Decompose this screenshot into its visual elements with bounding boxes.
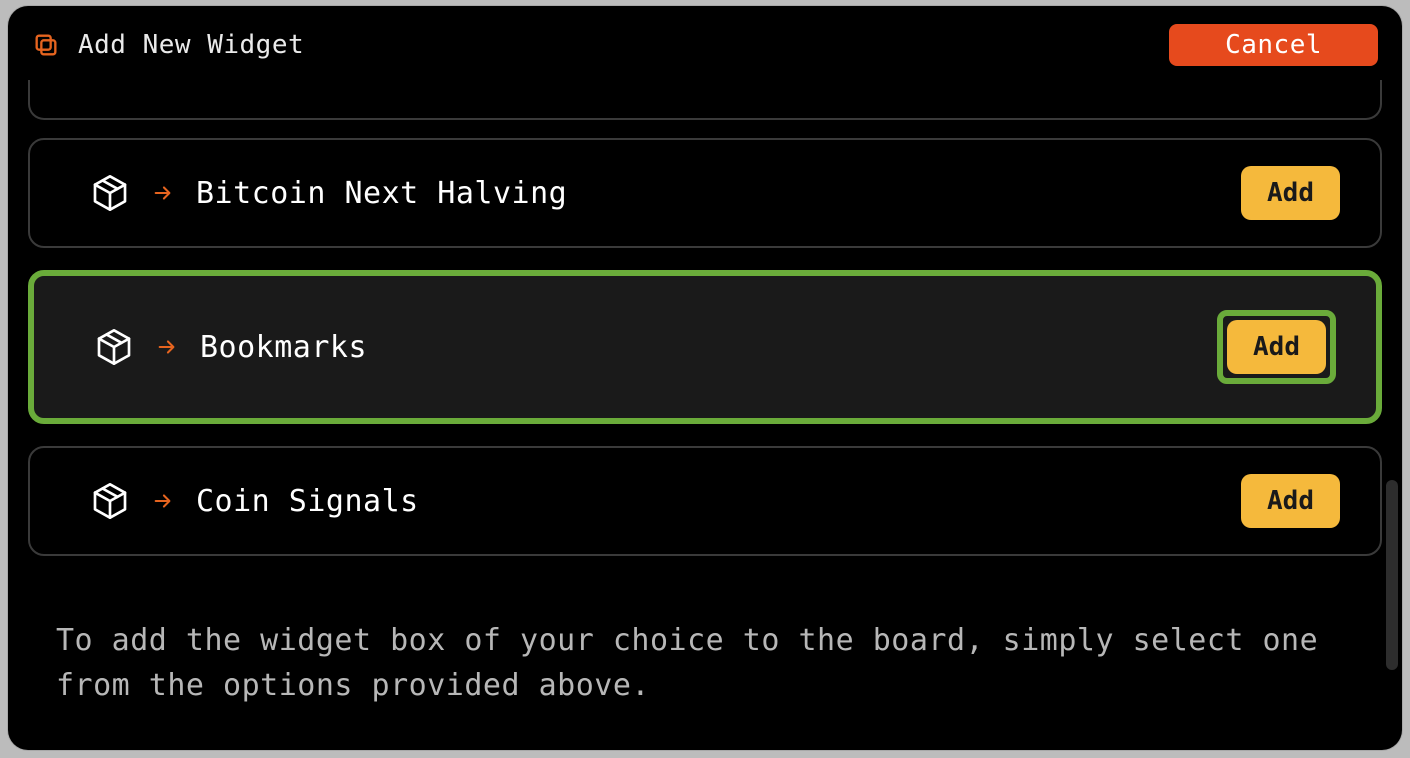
widget-label: Coin Signals	[196, 484, 419, 519]
arrow-right-icon	[152, 182, 174, 204]
add-button[interactable]: Add	[1241, 166, 1340, 220]
widget-row-left: Bitcoin Next Halving	[90, 173, 567, 213]
add-widget-modal: Add New Widget Cancel	[8, 6, 1402, 750]
widget-row-coin-signals[interactable]: Coin Signals Add	[28, 446, 1382, 556]
modal-header: Add New Widget Cancel	[8, 6, 1402, 80]
add-button-highlight: Add	[1217, 310, 1336, 384]
modal-title: Add New Widget	[78, 30, 304, 60]
package-icon	[90, 481, 130, 521]
arrow-right-icon	[152, 490, 174, 512]
widget-row-bitcoin-next-halving[interactable]: Bitcoin Next Halving Add	[28, 138, 1382, 248]
cancel-button[interactable]: Cancel	[1169, 24, 1378, 66]
arrow-right-icon	[156, 336, 178, 358]
widget-row-left: Bookmarks	[94, 327, 367, 367]
partial-widget-row-top	[28, 80, 1382, 120]
package-icon	[90, 173, 130, 213]
header-left: Add New Widget	[32, 30, 304, 60]
add-button[interactable]: Add	[1227, 320, 1326, 374]
copy-icon	[32, 31, 60, 59]
add-button[interactable]: Add	[1241, 474, 1340, 528]
package-icon	[94, 327, 134, 367]
widget-label: Bookmarks	[200, 330, 367, 365]
scrollbar-thumb[interactable]	[1386, 480, 1398, 670]
widget-label: Bitcoin Next Halving	[196, 176, 567, 211]
widget-row-left: Coin Signals	[90, 481, 419, 521]
footer-help-text: To add the widget box of your choice to …	[28, 578, 1382, 708]
modal-body: Bitcoin Next Halving Add	[8, 80, 1402, 750]
widget-row-bookmarks[interactable]: Bookmarks Add	[28, 270, 1382, 424]
